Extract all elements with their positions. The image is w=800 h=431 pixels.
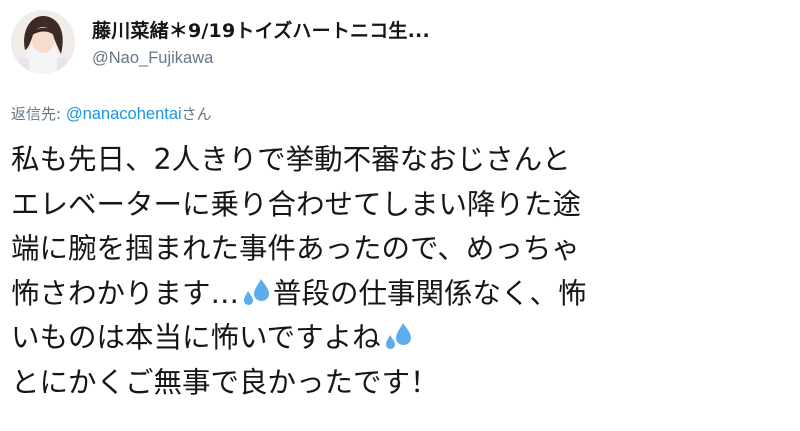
tweet-text-line: 端に腕を掴まれた事件あったので、めっちゃ	[11, 232, 580, 265]
tweet-text-line: いものは本当に怖いですよね	[11, 316, 791, 361]
tweet-text-segment: いものは本当に怖いですよね	[11, 321, 381, 354]
tweet-text: 私も先日、2人きりで挙動不審なおじさんと エレベーターに乗り合わせてしまい降りた…	[11, 138, 791, 405]
avatar[interactable]	[11, 10, 75, 74]
reply-mention-link[interactable]: @nanacohentai	[66, 105, 182, 123]
display-name[interactable]: 藤川菜緒＊9/19トイズハートニコ生...	[92, 19, 430, 43]
tweet-text-segment: 普段の仕事関係なく、怖	[273, 276, 587, 310]
user-handle[interactable]: @Nao_Fujikawa	[92, 48, 213, 68]
sweat-droplets-icon	[244, 278, 270, 305]
reply-to-line: 返信先: @nanacohentaiさん	[11, 104, 212, 124]
tweet-text-line: 私も先日、2人きりで挙動不審なおじさんと	[11, 143, 571, 176]
tweet-text-line: エレベーターに乗り合わせてしまい降りた途	[11, 187, 582, 221]
profile-photo-icon	[11, 10, 75, 74]
tweet-text-line: とにかくご無事で良かったです！	[11, 365, 439, 399]
tweet-text-segment: 怖さわかります…	[11, 276, 240, 310]
sweat-droplets-icon	[385, 323, 411, 349]
reply-prefix: 返信先:	[11, 105, 66, 123]
reply-suffix: さん	[181, 105, 212, 123]
tweet-text-line: 怖さわかります… 普段の仕事関係なく、怖	[11, 272, 791, 317]
